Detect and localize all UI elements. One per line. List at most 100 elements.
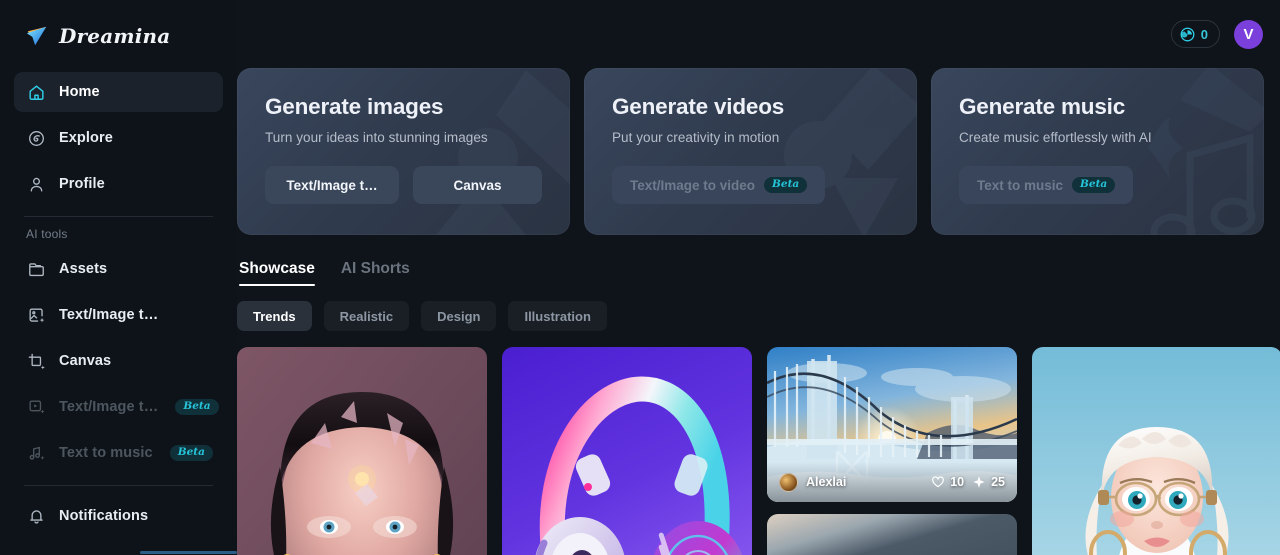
hero-button-canvas[interactable]: Canvas: [413, 166, 542, 204]
sidebar-divider-top: [24, 216, 213, 217]
gallery-card-headphones[interactable]: JOIF IN Is 844 ..: [502, 347, 752, 555]
hero-buttons: Text/Image to video Beta: [612, 166, 889, 204]
sidebar-item-label: Profile: [59, 176, 105, 192]
filter-chip-realistic[interactable]: Realistic: [323, 301, 410, 331]
sidebar-item-label: Canvas: [59, 353, 112, 369]
sidebar-item-text-to-music[interactable]: Text to music Beta: [14, 433, 223, 473]
tab-showcase[interactable]: Showcase: [239, 260, 315, 286]
white-hair-girl-image: [1032, 347, 1280, 555]
sidebar-item-notifications[interactable]: Notifications: [14, 496, 223, 536]
likes-count: 10: [950, 475, 965, 489]
credits-stat[interactable]: 25: [972, 475, 1005, 489]
hero-button-label: Canvas: [453, 177, 502, 193]
gallery-card-white-hair-girl[interactable]: [1032, 347, 1280, 555]
sidebar-divider-bottom: [24, 485, 213, 486]
content-tabs: Showcase AI Shorts: [237, 260, 1265, 286]
sidebar-horizontal-scrollbar[interactable]: [0, 550, 237, 555]
hero-buttons: Text/Image t… Canvas: [265, 166, 542, 204]
author-name: Alexlai: [806, 475, 847, 489]
app-logo-text: Dreamina: [59, 24, 171, 48]
app-logo[interactable]: Dreamina: [14, 0, 223, 72]
video-sparkle-icon: [26, 397, 46, 417]
hero-card-generate-videos[interactable]: Generate videos Put your creativity in m…: [584, 68, 917, 235]
sidebar-item-assets[interactable]: Assets: [14, 249, 223, 289]
avatar[interactable]: V: [1234, 19, 1263, 49]
sidebar-item-explore[interactable]: Explore: [14, 118, 223, 158]
chrome-portrait-image: [237, 347, 487, 555]
hero-button-label: Text/Image t…: [286, 177, 378, 193]
sidebar-item-label: Text/Image t…: [59, 399, 159, 415]
sidebar-item-home[interactable]: Home: [14, 72, 223, 112]
credits-count: 25: [991, 475, 1005, 489]
canvas-crop-icon: [26, 351, 46, 371]
gallery-column-2: JOIF IN Is 844 ..: [502, 347, 752, 555]
credits-badge[interactable]: 0: [1170, 20, 1220, 48]
main-content: 0 V Generate images Turn your ideas into…: [237, 0, 1280, 555]
hero-button-text-image-to-video[interactable]: Text/Image to video Beta: [612, 166, 826, 204]
gallery-column-4: [1032, 347, 1280, 555]
hero-button-text-to-music[interactable]: Text to music Beta: [959, 166, 1134, 204]
chip-label: Realistic: [339, 308, 394, 324]
hero-button-label: Text/Image to video: [630, 177, 756, 193]
sidebar: Dreamina Home Explore Profile AI tools A…: [0, 0, 237, 555]
headphones-image: JOIF IN Is 844 ..: [502, 347, 752, 555]
hero-title: Generate music: [959, 94, 1126, 119]
folder-icon: [26, 259, 46, 279]
sidebar-item-label: Assets: [59, 261, 108, 277]
sidebar-item-label: Notifications: [59, 508, 149, 524]
hero-cards-row: Generate images Turn your ideas into stu…: [237, 68, 1265, 235]
beta-badge: Beta: [169, 445, 213, 461]
user-icon: [26, 174, 46, 194]
hero-subtitle: Put your creativity in motion: [612, 130, 780, 145]
sparkle-icon: [973, 476, 985, 488]
beta-badge: Beta: [175, 399, 219, 415]
chip-label: Trends: [253, 308, 296, 324]
hero-buttons: Text to music Beta: [959, 166, 1236, 204]
chip-label: Illustration: [524, 308, 591, 324]
gallery-card-chrome-portrait[interactable]: [237, 347, 487, 555]
sidebar-item-label: Text to music: [59, 445, 153, 461]
sidebar-item-canvas[interactable]: Canvas: [14, 341, 223, 381]
music-sparkle-icon: [26, 443, 46, 463]
hero-subtitle: Turn your ideas into stunning images: [265, 130, 488, 145]
likes-stat[interactable]: 10: [931, 475, 964, 489]
bell-icon: [26, 506, 46, 526]
home-icon: [26, 82, 46, 102]
gallery-column-3: Alexlai 10 25: [767, 347, 1017, 555]
avatar-initial: V: [1243, 25, 1254, 43]
filter-chip-illustration[interactable]: Illustration: [508, 301, 607, 331]
hero-card-generate-images[interactable]: Generate images Turn your ideas into stu…: [237, 68, 570, 235]
sidebar-item-label: Text/Image t…: [59, 307, 159, 323]
beta-badge: Beta: [1072, 177, 1116, 193]
topbar: 0 V: [237, 0, 1280, 68]
filter-chip-trends[interactable]: Trends: [237, 301, 312, 331]
tab-label: AI Shorts: [340, 260, 410, 277]
image-sparkle-icon: [26, 305, 46, 325]
gallery-grid: JOIF IN Is 844 ..: [237, 347, 1280, 555]
tab-label: Showcase: [239, 260, 315, 277]
hero-title: Generate videos: [612, 94, 785, 119]
hero-button-text-image-to-image[interactable]: Text/Image t…: [265, 166, 399, 204]
chip-label: Design: [437, 308, 481, 324]
gallery-card-meta: Alexlai 10 25: [767, 462, 1017, 502]
sidebar-item-profile[interactable]: Profile: [14, 164, 223, 204]
hero-card-generate-music[interactable]: Generate music Create music effortlessly…: [931, 68, 1264, 235]
beta-badge: Beta: [764, 177, 808, 193]
gallery-card-placeholder[interactable]: [767, 514, 1017, 555]
content-area: Generate images Turn your ideas into stu…: [237, 68, 1280, 555]
gallery-column-1: [237, 347, 487, 555]
filter-chips: Trends Realistic Design Illustration: [237, 301, 1265, 331]
sidebar-item-text-image-to-image[interactable]: Text/Image t…: [14, 295, 223, 335]
scrollbar-thumb[interactable]: [140, 551, 237, 554]
credits-value: 0: [1200, 26, 1208, 42]
compass-icon: [26, 128, 46, 148]
tab-ai-shorts[interactable]: AI Shorts: [341, 260, 410, 286]
sidebar-item-text-image-to-video[interactable]: Text/Image t… Beta: [14, 387, 223, 427]
hero-subtitle: Create music effortlessly with AI: [959, 130, 1152, 145]
hero-title: Generate images: [265, 94, 444, 119]
filter-chip-design[interactable]: Design: [421, 301, 497, 331]
sidebar-item-label: Explore: [59, 130, 113, 146]
gallery-card-frozen-bridge[interactable]: Alexlai 10 25: [767, 347, 1017, 502]
sidebar-section-label: AI tools: [26, 227, 68, 241]
hero-button-label: Text to music: [977, 177, 1064, 193]
